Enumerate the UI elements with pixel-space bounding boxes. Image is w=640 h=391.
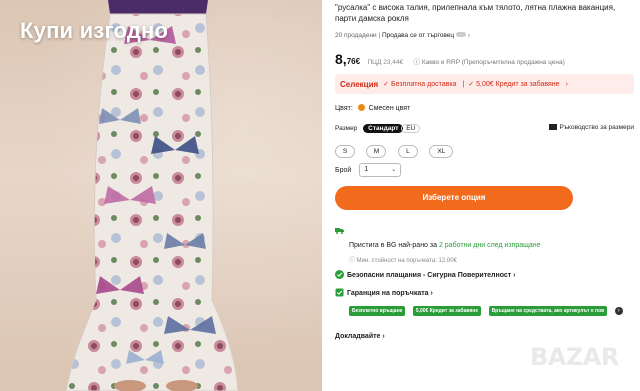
color-row: Цвят: Смесен цвят <box>335 104 410 112</box>
chevron-down-icon: ⌄ <box>391 167 397 173</box>
free-shipping-label: Безплатна доставка <box>391 80 457 88</box>
chevron-right-icon: › <box>380 333 385 340</box>
info-icon: ⓘ <box>413 59 422 66</box>
safe-payments-link[interactable]: Безопасни плащания - Сигурна Поверително… <box>335 270 515 279</box>
sold-count: 20 продадени <box>335 32 377 39</box>
badge-free-return: Безплатно връщане <box>349 305 406 316</box>
size-chip-l[interactable]: L <box>397 145 418 158</box>
check-icon: ✓ <box>383 81 390 88</box>
old-price: ПЦД 23,44€ <box>367 59 404 66</box>
product-title-line-2: парти дамска рокля <box>335 14 409 23</box>
selection-promo-bar[interactable]: Селекция ✓ Безплатна доставка | ✓ 5,00€ … <box>335 74 634 94</box>
image-overlay-text: Купи изгодно <box>20 18 169 43</box>
size-guide-link[interactable]: Ръководство за размери <box>548 124 634 131</box>
ruler-icon <box>548 124 557 130</box>
delivery-estimate: Пристига в BG най-рано за 2 работни дни … <box>349 242 541 249</box>
size-chip-s[interactable]: S <box>335 145 355 158</box>
quantity-label: Брой <box>335 166 352 174</box>
report-link[interactable]: Докладвайте › <box>335 333 385 340</box>
price: 8,76€ <box>335 51 361 67</box>
color-label: Цвят: <box>335 105 353 112</box>
guarantee-icon <box>335 288 344 297</box>
shipping-section: Пристига в BG най-рано за 2 работни дни … <box>335 227 634 264</box>
color-swatch-icon[interactable] <box>357 104 365 111</box>
size-chip-m[interactable]: M <box>366 145 387 158</box>
size-eu-toggle[interactable]: EU <box>401 124 421 133</box>
min-order-value: ⓘ Мин. стойност на поръчката: 12,00€ <box>349 258 457 264</box>
color-value: Смесен цвят <box>368 105 411 112</box>
product-image[interactable]: Купи изгодно <box>0 0 322 391</box>
size-chip-xl[interactable]: XL <box>429 145 454 158</box>
quantity-row: Брой 1 ⌄ <box>335 163 402 177</box>
product-title-line-1: "русалка" с висока талия, прилепнала към… <box>335 3 616 12</box>
truck-icon <box>335 228 344 234</box>
size-label: Размер <box>335 125 358 132</box>
selection-label: Селекция <box>340 79 379 89</box>
size-row: Размер Стандарт EU Ръководство за размер… <box>335 124 634 133</box>
size-chips: S M L XL <box>335 140 460 158</box>
sold-row: 20 продадени | Продава се от търговец › <box>335 32 470 39</box>
size-standard-toggle[interactable]: Стандарт <box>363 124 404 133</box>
price-row: 8,76€ ПЦД 23,44€ ⓘ Какво е RRP (Препоръч… <box>335 51 565 69</box>
info-icon: ⓘ <box>349 258 357 264</box>
order-guarantee-link[interactable]: Гаранция на поръчката › <box>335 288 433 297</box>
chevron-right-icon: › <box>428 290 433 297</box>
credit-label: 5,00€ Кредит за забавяне <box>476 80 560 88</box>
rrp-info[interactable]: ⓘ Какво е RRP (Препоръчителна продажна ц… <box>414 59 565 66</box>
guarantee-badges: Безплатно връщане 5,00€ Кредит за забавя… <box>349 302 623 320</box>
scroll-right-icon[interactable]: › <box>614 306 623 315</box>
badge-refund: Връщане на средствата, ако артикулът е п… <box>488 305 608 316</box>
bazar-watermark: BAZAR <box>530 343 619 371</box>
select-option-button[interactable]: Изберете опция <box>335 186 573 210</box>
seller-info-icon[interactable] <box>455 32 466 37</box>
chevron-right-icon: › <box>511 272 516 279</box>
seller-link[interactable]: Продава се от търговец <box>382 32 454 39</box>
chevron-right-icon: › <box>565 80 568 88</box>
shield-check-icon <box>335 270 344 279</box>
quantity-select[interactable]: 1 ⌄ <box>359 163 402 177</box>
chevron-right-icon[interactable]: › <box>468 32 470 39</box>
badge-delay-credit: 5,00€ Кредит за забавяне <box>412 305 482 316</box>
skirt-illustration <box>65 0 239 391</box>
check-icon: ✓ <box>468 81 475 88</box>
